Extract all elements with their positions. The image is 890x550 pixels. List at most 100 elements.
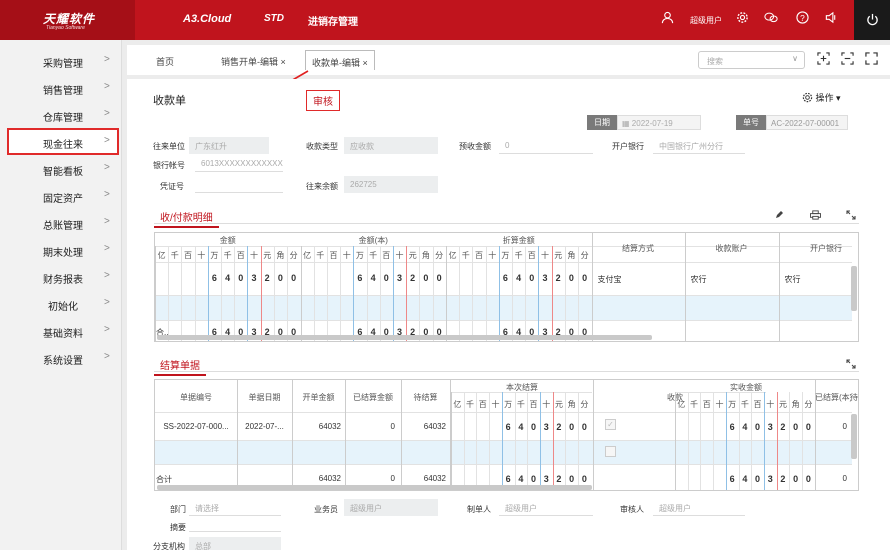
amount-digit: 0 xyxy=(436,273,442,283)
brand-logo[interactable]: 天耀软件 Tianyao Software xyxy=(0,0,135,40)
col-header: 开户银行 xyxy=(810,244,842,253)
digit-header: 百 xyxy=(702,400,711,409)
amount-digit: 6 xyxy=(211,273,217,283)
number-field[interactable]: AC-2022-07-00001 xyxy=(766,115,848,130)
col-header: 开单金额 xyxy=(302,393,335,402)
total-pending: 64032 xyxy=(423,474,446,483)
sidebar-item-init[interactable]: 初始化 > xyxy=(0,290,122,317)
svg-text:?: ? xyxy=(800,13,805,23)
empty-row-band xyxy=(155,295,852,320)
date-field[interactable]: ▦ 2022-07-19 xyxy=(617,115,701,130)
voucher-field[interactable] xyxy=(195,176,283,193)
power-button[interactable] xyxy=(854,0,890,40)
scrollbar-horizontal[interactable] xyxy=(157,335,652,340)
digit-header: 亿 xyxy=(677,400,686,409)
sidebar-item-master-data[interactable]: 基础资料 > xyxy=(0,317,122,344)
fullscreen-icon[interactable] xyxy=(865,52,878,68)
scrollbar-vertical[interactable] xyxy=(851,414,857,459)
amount-digit: 6 xyxy=(502,273,508,283)
auditor-field: 超级用户 xyxy=(653,499,745,516)
sidebar-item-sales[interactable]: 销售管理 > xyxy=(0,74,122,101)
sidebar-item-warehouse[interactable]: 仓库管理 > xyxy=(0,101,122,128)
chat-icon[interactable] xyxy=(763,11,779,27)
help-icon[interactable]: ? xyxy=(794,11,810,27)
tab-home[interactable]: 首页 xyxy=(156,55,174,68)
amount-digit: 0 xyxy=(582,273,588,283)
page-title: 收款单 xyxy=(153,95,186,107)
top-bar: 天耀软件 Tianyao Software A3.Cloud STD 进销存管理… xyxy=(0,0,890,40)
expand-icon[interactable] xyxy=(846,210,856,223)
sidebar-item-assets[interactable]: 固定资产 > xyxy=(0,182,122,209)
amount-digit: 2 xyxy=(555,273,561,283)
prepay-field[interactable]: 0 xyxy=(499,137,593,154)
collapse-icon[interactable] xyxy=(841,52,854,68)
digit-header: 十 xyxy=(766,400,775,409)
dept-field[interactable]: 请选择 xyxy=(189,499,281,516)
sidebar-item-cash[interactable]: 现金往来 > xyxy=(7,128,119,155)
amount-digit: 6 xyxy=(505,422,511,432)
group-header: 折算金额 xyxy=(502,236,535,245)
amount-digit: 0 xyxy=(568,273,574,283)
digit-header: 百 xyxy=(529,400,538,409)
row-divider xyxy=(155,412,852,413)
close-icon[interactable]: × xyxy=(281,57,286,67)
digit-header: 元 xyxy=(554,251,563,260)
tab-receipt-edit[interactable]: 收款单-编辑 × xyxy=(305,50,375,70)
receipt-type-field[interactable]: 应收款 xyxy=(344,137,438,154)
partner-field[interactable]: 广东红升 xyxy=(189,137,269,154)
col-header: 收款账户 xyxy=(715,244,748,253)
chevron-right-icon: > xyxy=(104,135,110,146)
module-name[interactable]: 进销存管理 xyxy=(308,13,358,28)
detail-table[interactable]: 金额亿千百十万 6 6 千 4 4 百 0 0 十 3 3 元 2 2 角 0 0 分 0 0 金额(本) 亿千百十万 6 6 千… xyxy=(154,232,859,342)
digit-header: 十 xyxy=(491,400,500,409)
scrollbar-horizontal[interactable] xyxy=(157,485,592,490)
total-digit: 6 xyxy=(505,474,511,484)
branch-field[interactable]: 总部 xyxy=(189,537,281,550)
sidebar-item-purchase[interactable]: 采购管理 > xyxy=(0,47,122,74)
receive-checkbox[interactable] xyxy=(605,446,616,457)
tab-sales-edit[interactable]: 销售开单-编辑 × xyxy=(221,55,286,68)
receive-checkbox[interactable]: ✓ xyxy=(605,419,616,430)
group-header: 金额 xyxy=(219,236,236,245)
digit-header: 角 xyxy=(791,400,800,409)
memo-field[interactable] xyxy=(189,517,281,532)
user-icon[interactable] xyxy=(659,11,675,27)
digit-header: 十 xyxy=(395,251,404,260)
sidebar-item-ledger[interactable]: 总账管理 > xyxy=(0,209,122,236)
maker-field: 超级用户 xyxy=(499,499,593,516)
account-field[interactable]: 6013XXXXXXXXXXXX xyxy=(195,155,283,172)
balance-field[interactable]: 262725 xyxy=(344,176,438,193)
sidebar-item-dashboard[interactable]: 智能看板 > xyxy=(0,155,122,182)
amount-digit: 3 xyxy=(396,273,402,283)
salesman-field[interactable]: 超级用户 xyxy=(344,499,438,516)
group-header: 实收金额 xyxy=(730,383,762,392)
print-icon[interactable] xyxy=(810,210,821,223)
amount-digit: 2 xyxy=(410,273,416,283)
branch-label: 分支机构 xyxy=(153,542,185,550)
sidebar-item-reports[interactable]: 财务报表 > xyxy=(0,263,122,290)
expand-icon[interactable] xyxy=(846,359,856,372)
edit-icon[interactable] xyxy=(774,210,784,223)
balance-label: 往来余额 xyxy=(306,182,338,191)
digit-header: 百 xyxy=(478,400,487,409)
digit-header: 角 xyxy=(567,251,576,260)
row-divider xyxy=(155,464,852,465)
digit-header: 千 xyxy=(223,251,232,260)
new-window-icon[interactable] xyxy=(817,52,830,68)
settle-table[interactable]: 单据编号单据日期开单金额已结算金额待结算本次结算收款实收金额亿千百十万66千44… xyxy=(154,379,859,491)
notice-icon[interactable] xyxy=(823,11,839,27)
amount-digit: 0 xyxy=(569,422,575,432)
bank-field[interactable]: 中国银行广州分行 xyxy=(653,137,745,154)
digit-header: 元 xyxy=(263,251,272,260)
scrollbar-vertical[interactable] xyxy=(851,266,857,311)
sidebar-item-settings[interactable]: 系统设置 > xyxy=(0,344,122,371)
main-panel: 收款单 审核 操作 ▾ 日期 ▦ 2022-07-19 单号 AC-2022-0… xyxy=(127,79,890,550)
chevron-down-icon: ∨ xyxy=(792,54,798,63)
gear-icon[interactable] xyxy=(734,11,750,27)
amount-digit: 0 xyxy=(383,273,389,283)
user-name[interactable]: 超级用户 xyxy=(690,15,722,26)
search-input[interactable]: 搜索 ∨ xyxy=(698,51,805,69)
sidebar-item-period-end[interactable]: 期末处理 > xyxy=(0,236,122,263)
close-icon[interactable]: × xyxy=(363,58,368,68)
ops-menu[interactable]: 操作 ▾ xyxy=(802,91,841,104)
